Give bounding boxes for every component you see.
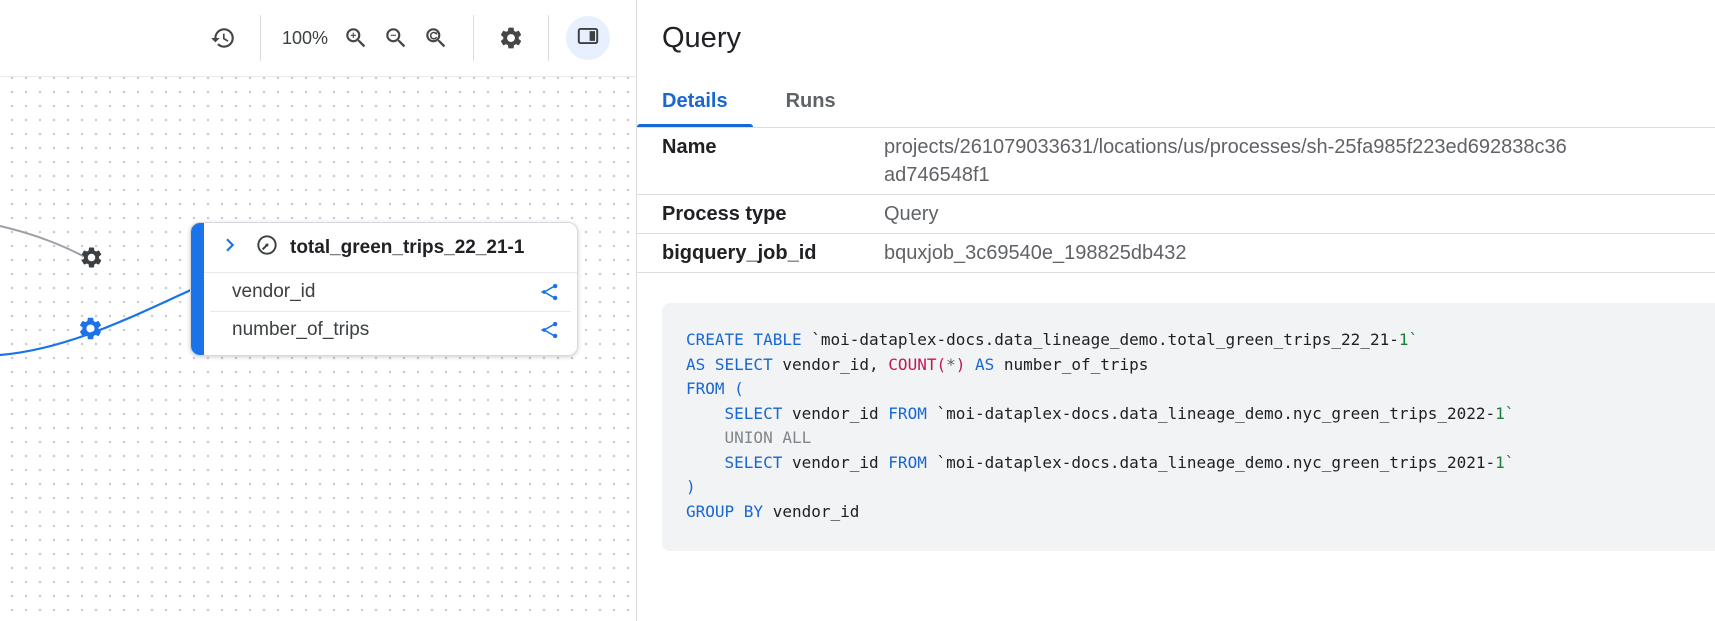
details-tabs: DetailsRuns <box>637 76 1715 128</box>
chevron-right-icon[interactable] <box>218 232 244 263</box>
zoom-reset-icon <box>423 25 449 51</box>
detail-label: Name <box>662 133 884 161</box>
node-title: total_green_trips_22_21-1 <box>290 237 524 259</box>
zoom-out-button[interactable] <box>376 18 416 58</box>
lineage-graph-pane: 100% <box>0 0 637 621</box>
detail-row: bigquery_job_idbquxjob_3c69540e_198825db… <box>637 234 1715 273</box>
details-table: Nameprojects/261079033631/locations/us/p… <box>637 128 1715 273</box>
lineage-canvas[interactable]: total_green_trips_22_21-1 vendor_idnumbe… <box>0 76 635 621</box>
tab-details[interactable]: Details <box>637 76 753 127</box>
process-gear-icon[interactable] <box>79 245 104 270</box>
field-name: vendor_id <box>232 281 315 303</box>
node-field-row[interactable]: vendor_id <box>204 273 577 311</box>
sql-code-block: CREATE TABLE `moi-dataplex-docs.data_lin… <box>662 303 1715 551</box>
node-body: total_green_trips_22_21-1 vendor_idnumbe… <box>204 223 577 355</box>
toolbar-divider <box>548 15 549 61</box>
tab-runs[interactable]: Runs <box>761 76 861 127</box>
code-line: SELECT vendor_id FROM `moi-dataplex-docs… <box>686 402 1691 427</box>
toolbar-divider <box>260 15 261 61</box>
zoom-out-icon <box>383 25 409 51</box>
side-panel-toggle-button[interactable] <box>566 16 610 60</box>
zoom-in-icon <box>343 25 369 51</box>
history-button[interactable] <box>203 18 243 58</box>
zoom-in-button[interactable] <box>336 18 376 58</box>
code-line: SELECT vendor_id FROM `moi-dataplex-docs… <box>686 451 1691 476</box>
node-field-row[interactable]: number_of_trips <box>204 311 577 349</box>
detail-value: projects/261079033631/locations/us/proce… <box>884 133 1574 189</box>
lineage-icon[interactable] <box>539 319 561 341</box>
toolbar-divider <box>473 15 474 61</box>
graph-toolbar: 100% <box>0 0 636 77</box>
node-accent-bar <box>191 223 204 355</box>
lineage-icon[interactable] <box>539 281 561 303</box>
detail-row: Nameprojects/261079033631/locations/us/p… <box>637 128 1715 195</box>
graph-settings-button[interactable] <box>491 18 531 58</box>
table-node[interactable]: total_green_trips_22_21-1 vendor_idnumbe… <box>190 222 578 356</box>
query-process-icon <box>254 232 280 263</box>
history-icon <box>210 25 236 51</box>
detail-label: Process type <box>662 200 884 228</box>
edge-upstream-gray <box>0 226 87 258</box>
code-line: FROM ( <box>686 377 1691 402</box>
detail-value: bquxjob_3c69540e_198825db432 <box>884 239 1187 267</box>
code-line: GROUP BY vendor_id <box>686 500 1691 525</box>
lineage-app: 100% <box>0 0 1715 621</box>
detail-label: bigquery_job_id <box>662 239 884 267</box>
field-name: number_of_trips <box>232 319 369 341</box>
zoom-level: 100% <box>282 28 328 49</box>
detail-row: Process typeQuery <box>637 195 1715 234</box>
side-panel-icon <box>575 23 601 54</box>
zoom-reset-button[interactable] <box>416 18 456 58</box>
settings-icon <box>498 25 524 51</box>
process-gear-icon-selected[interactable] <box>77 315 104 342</box>
code-line: AS SELECT vendor_id, COUNT(*) AS number_… <box>686 353 1691 378</box>
details-panel: Query DetailsRuns Nameprojects/261079033… <box>637 0 1715 621</box>
node-field-list: vendor_id number_of_trips <box>204 273 577 355</box>
node-header[interactable]: total_green_trips_22_21-1 <box>204 223 577 273</box>
code-line: UNION ALL <box>686 426 1691 451</box>
panel-title: Query <box>637 0 1715 76</box>
sql-code: CREATE TABLE `moi-dataplex-docs.data_lin… <box>686 328 1691 524</box>
code-line: ) <box>686 475 1691 500</box>
code-line: CREATE TABLE `moi-dataplex-docs.data_lin… <box>686 328 1691 353</box>
detail-value: Query <box>884 200 938 228</box>
